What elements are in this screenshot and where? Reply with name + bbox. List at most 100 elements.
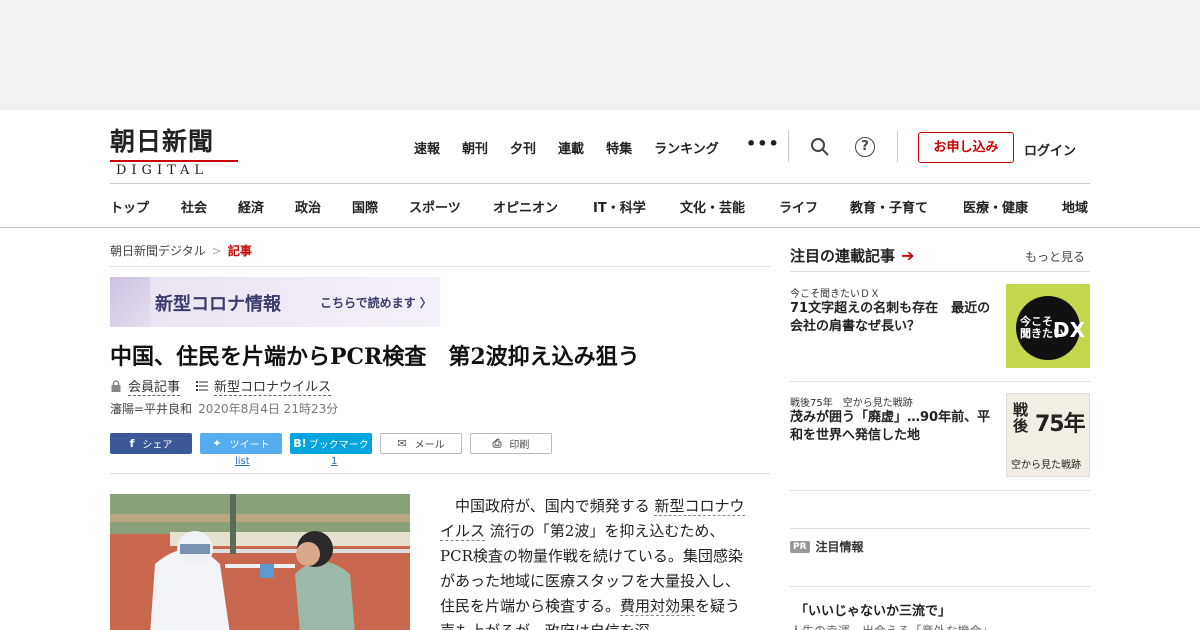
twitter-count[interactable]: list: [235, 456, 250, 467]
facebook-icon: f: [129, 437, 135, 450]
twitter-share-button[interactable]: ✦ ツイート: [200, 433, 282, 454]
breadcrumb-current: 記事: [227, 244, 252, 258]
sidebar-rule-5: [790, 586, 1090, 587]
cat-opinion[interactable]: オピニオン: [493, 197, 558, 216]
banner-title: 新型コロナ情報: [155, 294, 281, 315]
sidebar-rule: [790, 271, 1090, 272]
help-icon[interactable]: ?: [855, 137, 875, 157]
article-photo[interactable]: [110, 494, 410, 630]
apply-button[interactable]: お申し込み: [918, 132, 1014, 163]
hatena-bookmark-button[interactable]: B! ブックマーク: [290, 433, 372, 454]
pr-heading: PR 注目情報: [790, 538, 864, 555]
cat-culture[interactable]: 文化・芸能: [680, 197, 745, 216]
facebook-share-button[interactable]: f シェア: [110, 433, 192, 454]
print-label: 印刷: [509, 440, 530, 451]
body-link-cost[interactable]: 費用対効果: [620, 597, 696, 616]
nav-ranking[interactable]: ランキング: [654, 138, 719, 157]
series-kicker-1: 今こそ聞きたいＤＸ: [790, 289, 880, 300]
top-nav: 速報 朝刊 夕刊 連載 特集 ランキング: [414, 138, 741, 157]
series-kicker-2: 戦後75年 空から見た戦跡: [790, 398, 913, 409]
logo-japanese: 朝日新聞: [110, 127, 215, 156]
sidebar-heading-text: 注目の連載記事: [790, 247, 896, 265]
article-tags: 会員記事 新型コロナウイルス: [110, 376, 332, 396]
cat-society[interactable]: 社会: [181, 197, 207, 216]
logo-underline: [110, 160, 238, 162]
thumb-2-caption: 空から見た戦跡: [1011, 460, 1081, 471]
member-article-label[interactable]: 会員記事: [128, 376, 181, 396]
header-rule: [110, 183, 1090, 184]
cat-region[interactable]: 地域: [1062, 197, 1088, 216]
mail-icon: ✉: [397, 437, 407, 450]
nav-yuukan[interactable]: 夕刊: [510, 138, 536, 157]
hatena-icon: B!: [293, 437, 307, 450]
print-button[interactable]: ⎙ 印刷: [470, 433, 552, 454]
cat-it-science[interactable]: IT・科学: [593, 197, 646, 216]
sidebar-rule-3: [790, 490, 1090, 491]
article-title: 中国、住民を片端からPCR検査 第2波抑え込み狙う: [110, 344, 640, 370]
cat-politics[interactable]: 政治: [295, 197, 321, 216]
cat-top[interactable]: トップ: [110, 197, 149, 216]
topic-link[interactable]: 新型コロナウイルス: [214, 376, 332, 396]
breadcrumb: 朝日新聞デジタル > 記事: [110, 242, 252, 259]
corona-info-banner[interactable]: 新型コロナ情報 こちらで読めます 〉: [110, 277, 440, 327]
thumb-2-text-a: 戦: [1013, 401, 1029, 419]
article-byline: 瀋陽=平井良和 2020年8月4日 21時23分: [110, 400, 338, 417]
lock-icon: [111, 380, 121, 392]
nav-rensai[interactable]: 連載: [558, 138, 584, 157]
body-text-1: 中国政府が、国内で頻発する: [440, 497, 655, 515]
sidebar-rule-2: [790, 381, 1090, 382]
header-divider-2: [897, 130, 898, 162]
logo-english: DIGITAL: [116, 163, 209, 178]
nav-choukan[interactable]: 朝刊: [462, 138, 488, 157]
arrow-right-icon: ➔: [901, 246, 915, 265]
pr-item-title[interactable]: 「いいじゃないか三流で」: [795, 600, 951, 619]
login-link[interactable]: ログイン: [1024, 140, 1076, 159]
breadcrumb-home[interactable]: 朝日新聞デジタル: [110, 244, 206, 258]
sidebar-rule-4: [790, 528, 1090, 529]
sidebar-more-link[interactable]: もっと見る: [1025, 248, 1085, 265]
site-logo[interactable]: 朝日新聞 DIGITAL: [110, 122, 240, 178]
header-divider: [788, 130, 789, 162]
site-header: 朝日新聞 DIGITAL 速報 朝刊 夕刊 連載 特集 ランキング ••• ? …: [0, 110, 1200, 228]
thumb-1-dx: DX: [1053, 318, 1086, 342]
print-icon: ⎙: [492, 436, 502, 450]
series-thumb-1[interactable]: 今こそ 聞きたい DX: [1006, 284, 1090, 368]
ad-banner-area: [0, 0, 1200, 110]
nav-tokushu[interactable]: 特集: [606, 138, 632, 157]
pr-heading-text: 注目情報: [815, 540, 864, 554]
facebook-share-label: シェア: [142, 440, 173, 451]
twitter-share-label: ツイート: [229, 440, 270, 451]
banner-decoration: [110, 277, 150, 327]
cat-international[interactable]: 国際: [352, 197, 378, 216]
byline: 瀋陽=平井良和: [110, 402, 193, 416]
share-rule: [110, 473, 770, 474]
search-icon[interactable]: [810, 137, 830, 157]
mail-label: メール: [414, 440, 445, 451]
breadcrumb-separator: >: [211, 244, 222, 258]
cat-life[interactable]: ライフ: [779, 197, 818, 216]
series-title-1[interactable]: 71文字超えの名刺も存在 最近の会社の肩書なぜ長い？: [790, 300, 1002, 336]
pr-item-sub[interactable]: 人生の幸運、出会える「意外な機会」: [790, 622, 994, 630]
cat-health[interactable]: 医療・健康: [963, 197, 1028, 216]
twitter-icon: ✦: [212, 437, 222, 450]
thumb-2-text-b: 後: [1013, 417, 1029, 435]
cat-education[interactable]: 教育・子育て: [850, 197, 928, 216]
series-thumb-2[interactable]: 戦 後 75年 空から見た戦跡: [1006, 393, 1090, 477]
cat-economy[interactable]: 経済: [238, 197, 264, 216]
mail-share-button[interactable]: ✉ メール: [380, 433, 462, 454]
thumb-2-75: 75年: [1035, 412, 1086, 437]
cat-sports[interactable]: スポーツ: [409, 197, 461, 216]
series-title-2[interactable]: 茂みが囲う「廃虚」…90年前、平和を世界へ発信した地: [790, 409, 1002, 445]
article-body: 中国政府が、国内で頻発する 新型コロナウイルス 流行の「第2波」を抑え込むため、…: [440, 494, 750, 630]
pr-badge: PR: [790, 540, 810, 553]
list-icon: [196, 381, 209, 391]
hatena-label: ブックマーク: [308, 440, 369, 451]
thumb-2-vertical: 戦 後: [1013, 402, 1028, 434]
publish-date: 2020年8月4日 21時23分: [198, 402, 339, 416]
breadcrumb-rule: [110, 266, 770, 267]
more-menu-icon[interactable]: •••: [746, 134, 780, 153]
sidebar-heading[interactable]: 注目の連載記事 ➔: [790, 245, 914, 266]
nav-sokuho[interactable]: 速報: [414, 138, 440, 157]
banner-subtitle: こちらで読めます 〉: [320, 296, 432, 310]
hatena-count[interactable]: 1: [331, 456, 337, 467]
